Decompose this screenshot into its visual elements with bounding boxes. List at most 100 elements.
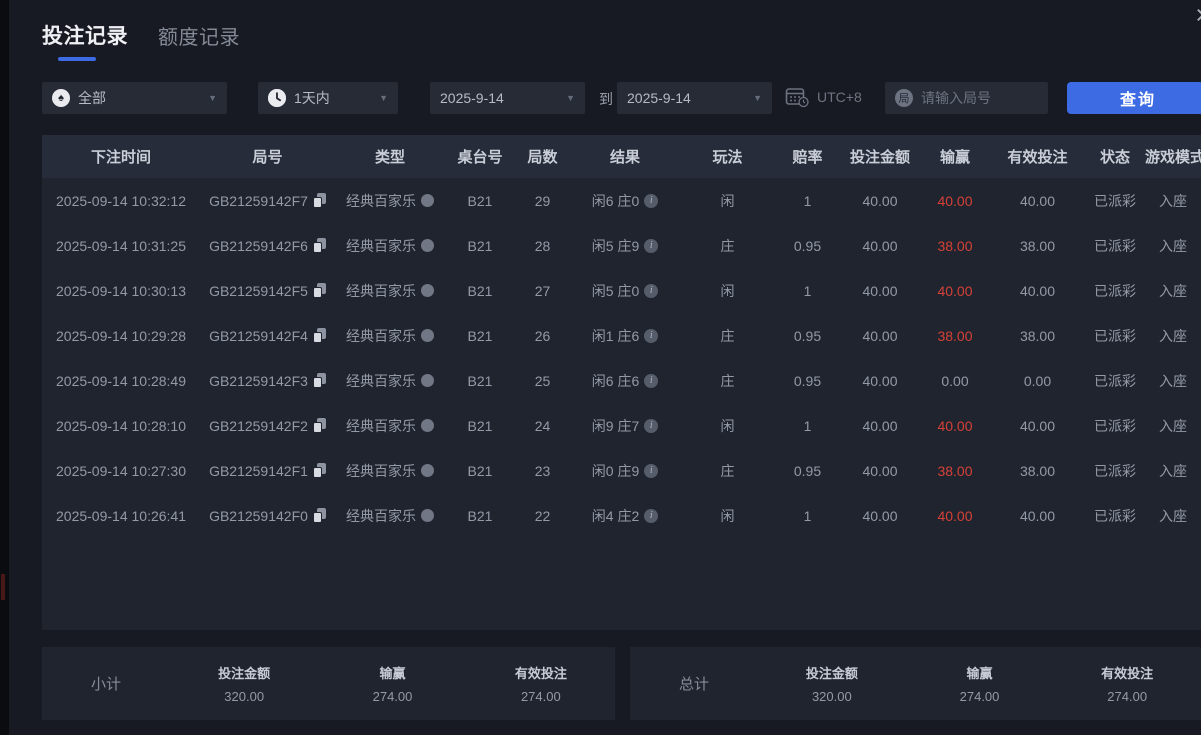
chevron-down-icon: ▼ — [379, 93, 388, 103]
total-panel: 总计 投注金额320.00输赢274.00有效投注274.00 — [630, 647, 1201, 720]
table-row: 2025-09-14 10:28:10GB21259142F2经典百家乐B212… — [42, 403, 1201, 448]
result-info-icon[interactable]: i — [644, 284, 658, 298]
result-info-icon[interactable]: i — [644, 464, 658, 478]
game-type-indicator-icon — [421, 509, 434, 522]
summary-stat: 有效投注274.00 — [467, 663, 615, 704]
cell-status: 已派彩 — [1085, 236, 1145, 256]
filter-bar: ♠ 全部 ▼ 1天内 ▼ 2025-9-14 ▼ 到 2025-9-14 ▼ — [42, 82, 1201, 114]
column-header: 赔率 — [775, 146, 840, 167]
column-header: 玩法 — [680, 146, 775, 167]
cell-win-loss: 40.00 — [920, 418, 990, 434]
game-type-indicator-icon — [421, 239, 434, 252]
cell-table-no: B21 — [445, 418, 515, 434]
summary-stat-label: 有效投注 — [1053, 663, 1201, 682]
cell-round-id: GB21259142F2 — [200, 418, 335, 434]
cell-result: 闲0 庄9i — [570, 461, 680, 481]
copy-icon[interactable] — [313, 283, 326, 298]
summary-stat-value: 274.00 — [318, 689, 466, 704]
result-info-icon[interactable]: i — [644, 374, 658, 388]
copy-icon[interactable] — [313, 238, 326, 253]
cell-bet-amount: 40.00 — [840, 193, 920, 209]
cell-odds: 1 — [775, 418, 840, 434]
spade-icon: ♠ — [52, 89, 70, 107]
game-category-value: 全部 — [78, 88, 106, 108]
cell-table-no: B21 — [445, 328, 515, 344]
cell-valid-bet: 40.00 — [990, 193, 1085, 209]
column-header: 输赢 — [920, 146, 990, 167]
copy-icon[interactable] — [313, 508, 326, 523]
close-icon[interactable]: × — [1195, 2, 1201, 29]
copy-icon[interactable] — [313, 373, 326, 388]
summary-stat: 投注金额320.00 — [170, 663, 318, 704]
cell-status: 已派彩 — [1085, 191, 1145, 211]
copy-icon[interactable] — [313, 463, 326, 478]
subtotal-label: 小计 — [42, 673, 170, 694]
cell-result: 闲9 庄7i — [570, 416, 680, 436]
game-category-select[interactable]: ♠ 全部 ▼ — [42, 82, 227, 114]
cell-odds: 1 — [775, 193, 840, 209]
table-row: 2025-09-14 10:31:25GB21259142F6经典百家乐B212… — [42, 223, 1201, 268]
copy-icon[interactable] — [313, 193, 326, 208]
result-info-icon[interactable]: i — [644, 509, 658, 523]
cell-odds: 1 — [775, 283, 840, 299]
copy-icon[interactable] — [313, 418, 326, 433]
game-type-indicator-icon — [421, 374, 434, 387]
round-search-input[interactable] — [921, 90, 1038, 106]
date-to-select[interactable]: 2025-9-14 ▼ — [617, 82, 772, 114]
cell-bet-amount: 40.00 — [840, 463, 920, 479]
result-info-icon[interactable]: i — [644, 239, 658, 253]
cell-status: 已派彩 — [1085, 371, 1145, 391]
query-button[interactable]: 查询 — [1067, 82, 1201, 114]
cell-bet-time: 2025-09-14 10:28:10 — [42, 418, 200, 434]
cell-bet-time: 2025-09-14 10:30:13 — [42, 283, 200, 299]
round-search-field[interactable]: 局 — [885, 82, 1048, 114]
cell-bet-amount: 40.00 — [840, 418, 920, 434]
game-type-indicator-icon — [421, 284, 434, 297]
cell-table-no: B21 — [445, 238, 515, 254]
summary-stat-value: 274.00 — [467, 689, 615, 704]
column-header: 状态 — [1085, 146, 1145, 167]
cell-bet-time: 2025-09-14 10:31:25 — [42, 238, 200, 254]
result-info-icon[interactable]: i — [644, 194, 658, 208]
column-header: 下注时间 — [42, 146, 200, 167]
cell-mode: 入座 — [1145, 236, 1201, 256]
tab-bet-records-label: 投注记录 — [42, 20, 128, 50]
cell-round-id: GB21259142F1 — [200, 463, 335, 479]
cell-status: 已派彩 — [1085, 281, 1145, 301]
cell-round-id: GB21259142F0 — [200, 508, 335, 524]
cell-play: 庄 — [680, 461, 775, 481]
summary-stat: 投注金额320.00 — [758, 663, 906, 704]
cell-round-id: GB21259142F5 — [200, 283, 335, 299]
cell-game-type: 经典百家乐 — [335, 371, 445, 391]
cell-mode: 入座 — [1145, 416, 1201, 436]
cell-play: 闲 — [680, 506, 775, 526]
cell-win-loss: 40.00 — [920, 283, 990, 299]
tabs-bar: 投注记录 额度记录 — [42, 20, 240, 61]
cell-bet-time: 2025-09-14 10:28:49 — [42, 373, 200, 389]
tab-quota-records[interactable]: 额度记录 — [158, 21, 240, 50]
cell-status: 已派彩 — [1085, 326, 1145, 346]
date-from-value: 2025-9-14 — [440, 90, 504, 106]
cell-win-loss: 40.00 — [920, 193, 990, 209]
copy-icon[interactable] — [313, 328, 326, 343]
cell-result: 闲5 庄0i — [570, 281, 680, 301]
tab-bet-records[interactable]: 投注记录 — [42, 20, 128, 61]
cell-game-type: 经典百家乐 — [335, 506, 445, 526]
result-info-icon[interactable]: i — [644, 329, 658, 343]
timezone-indicator: UTC+8 — [785, 86, 862, 108]
cell-bet-time: 2025-09-14 10:26:41 — [42, 508, 200, 524]
table-row: 2025-09-14 10:27:30GB21259142F1经典百家乐B212… — [42, 448, 1201, 493]
summary-stat: 输赢274.00 — [906, 663, 1054, 704]
cell-round-id: GB21259142F6 — [200, 238, 335, 254]
table-row: 2025-09-14 10:28:49GB21259142F3经典百家乐B212… — [42, 358, 1201, 403]
column-header: 类型 — [335, 146, 445, 167]
date-from-select[interactable]: 2025-9-14 ▼ — [430, 82, 585, 114]
timezone-label: UTC+8 — [817, 89, 862, 105]
result-info-icon[interactable]: i — [644, 419, 658, 433]
time-range-select[interactable]: 1天内 ▼ — [258, 82, 398, 114]
chevron-down-icon: ▼ — [566, 93, 575, 103]
summary-stat-label: 输赢 — [318, 663, 466, 682]
cell-game-type: 经典百家乐 — [335, 236, 445, 256]
game-type-indicator-icon — [421, 464, 434, 477]
cell-play: 闲 — [680, 281, 775, 301]
